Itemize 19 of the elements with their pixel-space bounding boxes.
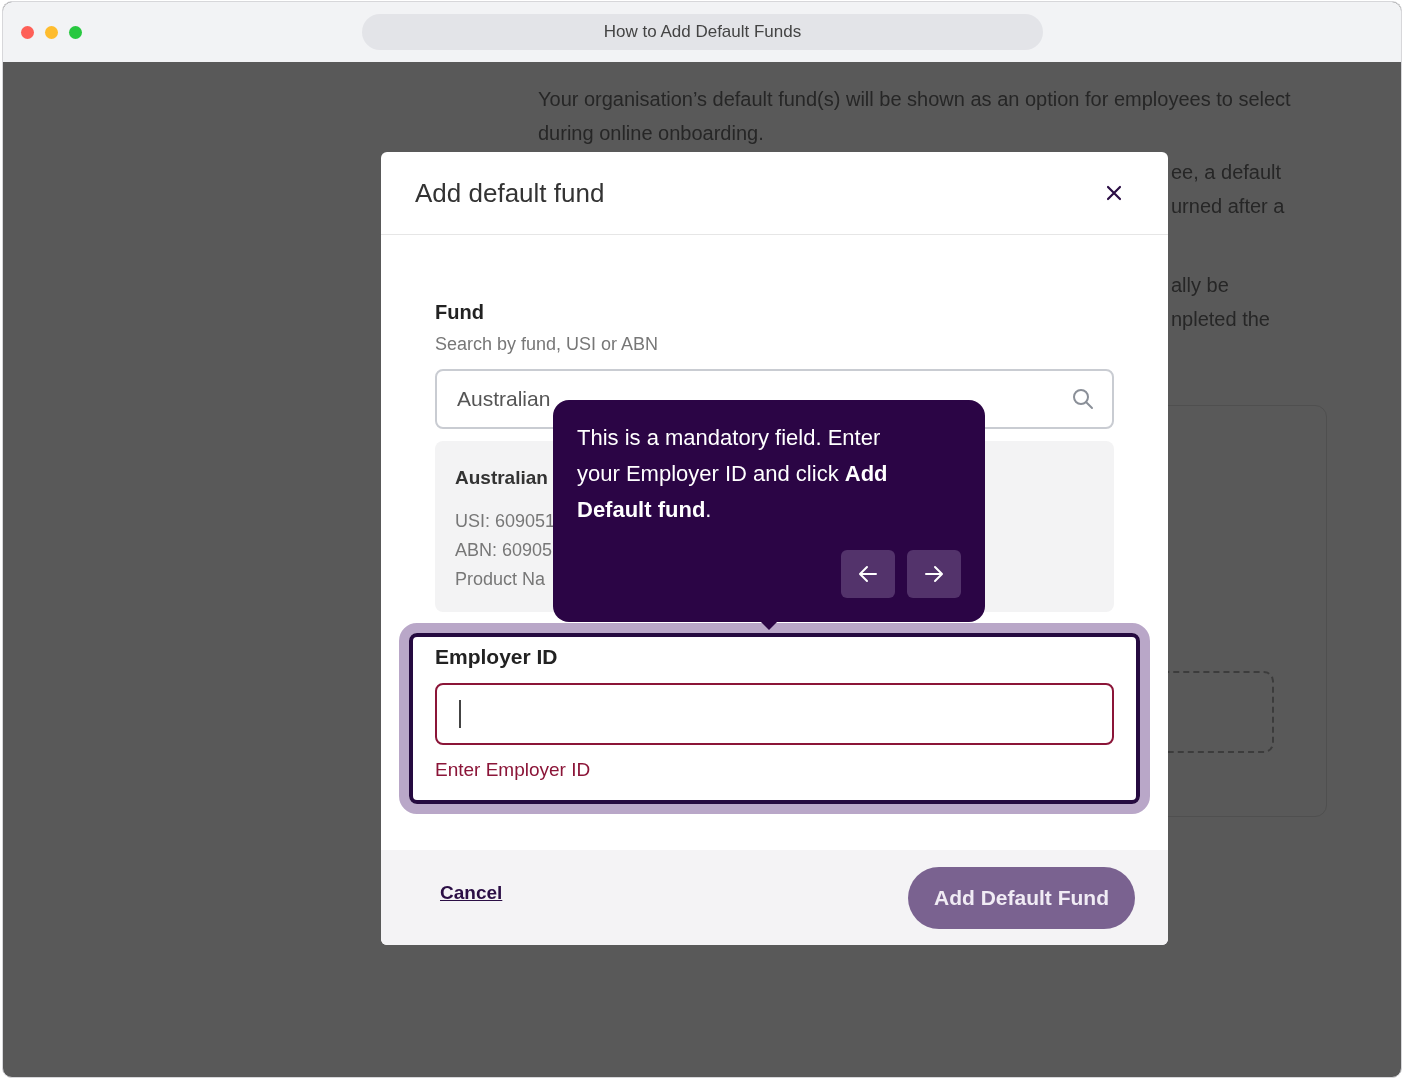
fund-name: Australian [455,467,548,489]
fund-detail: ABN: 60905 [455,539,553,562]
left-arrow-icon [857,563,879,585]
field-label: Fund [435,301,485,324]
field-label: Employer ID [435,645,559,669]
close-window-icon[interactable] [21,25,34,39]
right-arrow-icon [923,563,945,585]
employer-id-input[interactable] [435,683,1114,745]
window-title: How to Add Default Funds [362,14,1043,50]
search-icon[interactable] [1072,388,1094,410]
close-icon[interactable] [1106,185,1122,201]
field-hint: Search by fund, USI or ABN [435,334,660,355]
fund-detail: USI: 609051 [455,510,556,533]
next-button[interactable] [907,550,961,598]
previous-button[interactable] [841,550,895,598]
fund-detail: Product Na [455,568,546,591]
cancel-link[interactable]: Cancel [440,881,503,904]
dialog-title: Add default fund [415,177,605,209]
error-message: Enter Employer ID [435,759,592,781]
